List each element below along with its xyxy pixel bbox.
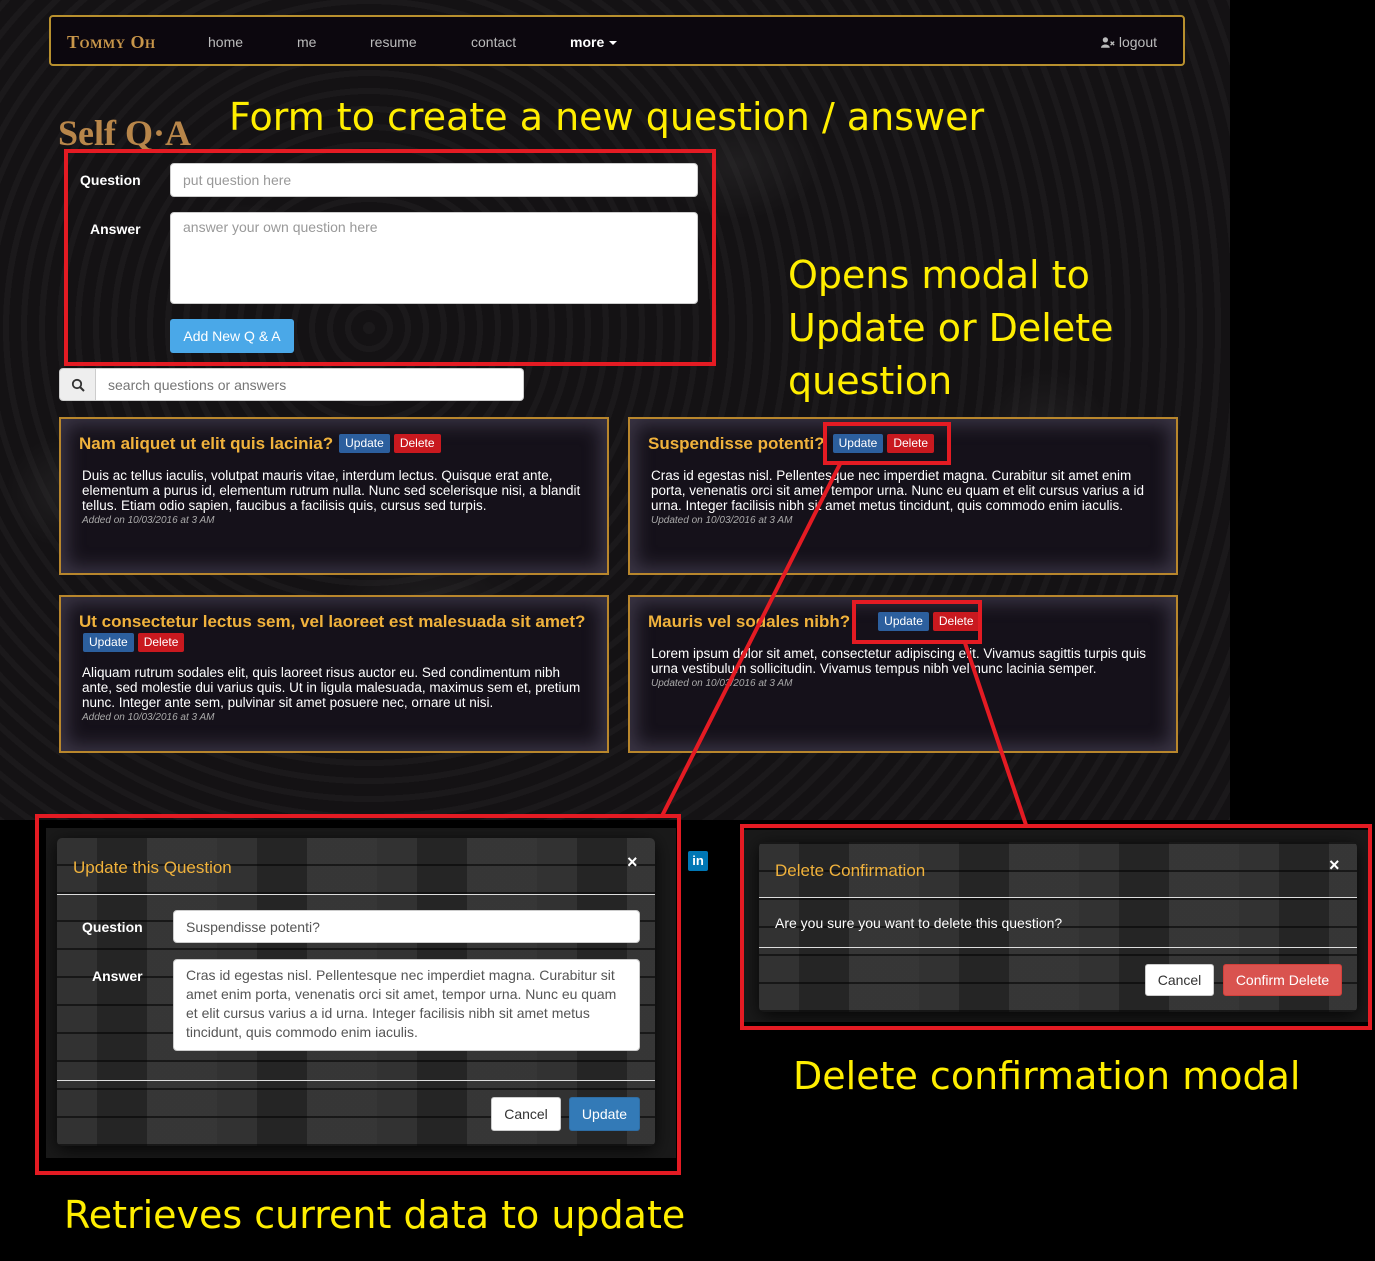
nav-resume[interactable]: resume bbox=[370, 34, 417, 50]
search-group bbox=[59, 368, 524, 401]
search-input[interactable] bbox=[96, 368, 524, 401]
card-answer: Lorem ipsum dolor sit amet, consectetur … bbox=[651, 646, 1146, 676]
user-times-icon bbox=[1100, 37, 1115, 48]
card-question: Mauris vel sodales nibh? bbox=[648, 612, 851, 631]
update-button[interactable]: Update bbox=[339, 434, 390, 453]
highlight-card-buttons bbox=[823, 422, 951, 465]
card-question: Suspendisse potenti? bbox=[648, 434, 825, 453]
search-addon bbox=[59, 368, 96, 401]
update-button[interactable]: Update bbox=[83, 633, 134, 652]
annotation-form: Form to create a new question / answer bbox=[229, 95, 985, 139]
card-answer: Cras id egestas nisl. Pellentesque nec i… bbox=[651, 468, 1144, 513]
search-icon bbox=[71, 378, 85, 392]
highlight-form bbox=[64, 149, 716, 366]
navbar: Tommy Oh home me resume contact more log… bbox=[49, 15, 1185, 66]
card-question: Nam aliquet ut elit quis lacinia? bbox=[79, 434, 334, 453]
delete-button[interactable]: Delete bbox=[393, 434, 441, 453]
card-answer: Aliquam rutrum sodales elit, quis laoree… bbox=[82, 665, 581, 710]
nav-me[interactable]: me bbox=[297, 34, 316, 50]
nav-contact[interactable]: contact bbox=[471, 34, 516, 50]
logout-label: logout bbox=[1118, 34, 1157, 50]
qa-card: Nam aliquet ut elit quis lacinia? Update D… bbox=[59, 417, 609, 575]
card-title: Ut consectetur lectus sem, vel laoreet e… bbox=[79, 611, 591, 653]
annotation-update: Retrieves current data to update bbox=[64, 1193, 686, 1237]
highlight-update-modal bbox=[35, 814, 681, 1175]
card-timestamp: Added on 10/03/2016 at 3 AM bbox=[82, 515, 215, 526]
caret-down-icon bbox=[609, 41, 618, 46]
page-title: Self Q·A bbox=[58, 113, 191, 153]
annotation-modal-open: Opens modal to Update or Delete question bbox=[788, 253, 1114, 404]
delete-button[interactable]: Delete bbox=[137, 633, 185, 652]
linkedin-icon[interactable]: in bbox=[688, 851, 708, 871]
qa-card: Ut consectetur lectus sem, vel laoreet e… bbox=[59, 595, 609, 753]
card-timestamp: Updated on 10/03/2016 at 3 AM bbox=[651, 678, 793, 689]
nav-more-dropdown[interactable]: more bbox=[570, 34, 618, 50]
nav-home[interactable]: home bbox=[208, 34, 243, 50]
card-answer: Duis ac tellus iaculis, volutpat mauris … bbox=[82, 468, 581, 513]
highlight-delete-modal bbox=[740, 824, 1372, 1030]
highlight-card-buttons bbox=[852, 600, 982, 644]
annotation-delete: Delete confirmation modal bbox=[793, 1054, 1301, 1098]
card-timestamp: Updated on 10/03/2016 at 3 AM bbox=[651, 515, 793, 526]
brand-logo[interactable]: Tommy Oh bbox=[67, 32, 156, 53]
nav-more-label: more bbox=[570, 34, 605, 50]
logout-link[interactable]: logout bbox=[1100, 34, 1157, 50]
card-question: Ut consectetur lectus sem, vel laoreet e… bbox=[79, 612, 586, 631]
card-title: Nam aliquet ut elit quis lacinia? Update D… bbox=[79, 433, 591, 454]
card-timestamp: Added on 10/03/2016 at 3 AM bbox=[82, 712, 215, 723]
